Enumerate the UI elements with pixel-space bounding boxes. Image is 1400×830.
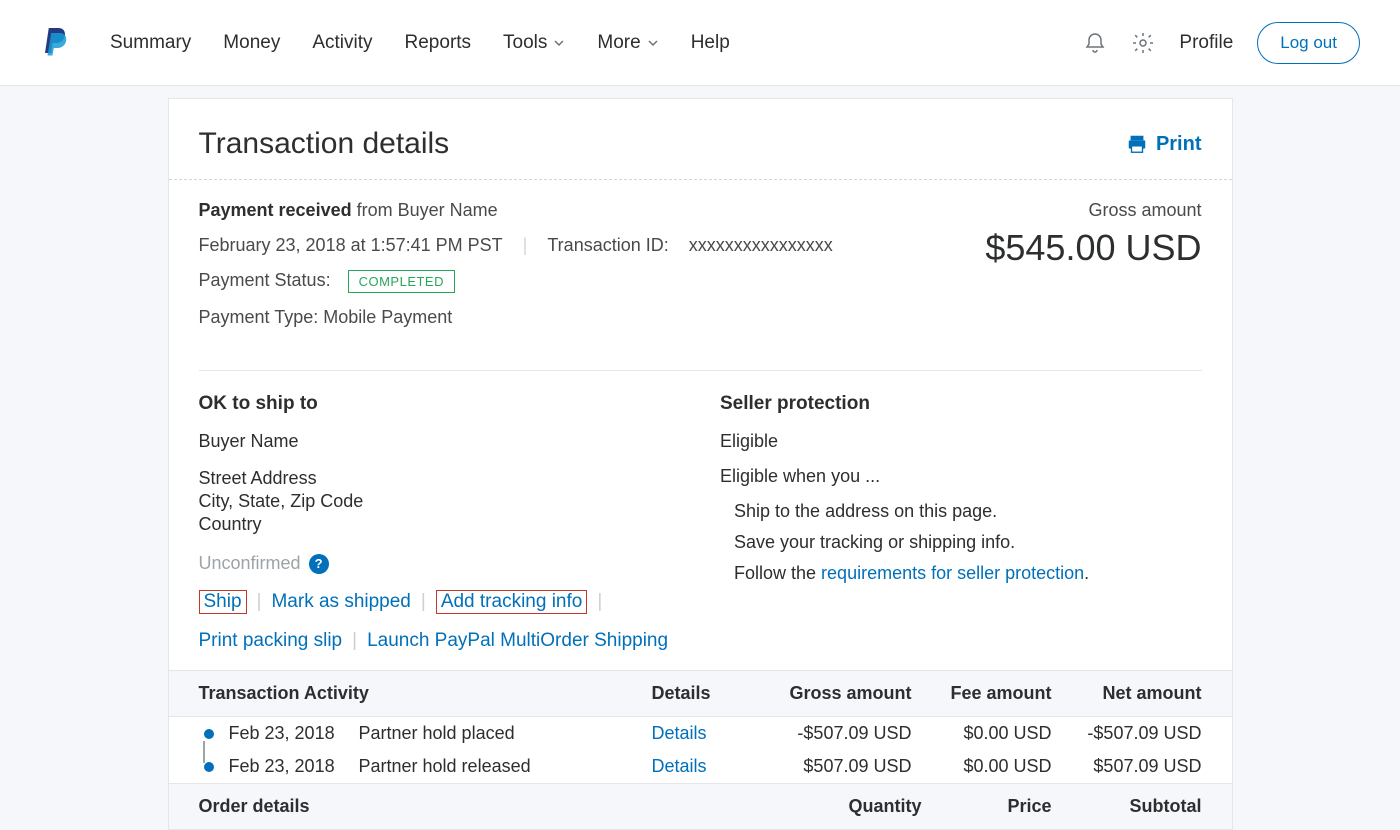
nav-more-label: More [597, 32, 640, 54]
timeline-dot-icon [204, 762, 214, 772]
unconfirmed-label: Unconfirmed [199, 553, 301, 574]
profile-link[interactable]: Profile [1179, 32, 1233, 54]
activity-desc: Partner hold released [359, 756, 652, 777]
col-net: Net amount [1052, 683, 1202, 704]
activity-details-link[interactable]: Details [652, 756, 707, 776]
main-nav: Summary Money Activity Reports Tools Mor… [110, 32, 730, 54]
gross-amount-value: $545.00 USD [942, 227, 1202, 269]
ship-city-state-zip: City, State, Zip Code [199, 491, 681, 512]
nav-more[interactable]: More [597, 32, 658, 54]
activity-table-header: Transaction Activity Details Gross amoun… [169, 670, 1232, 717]
activity-net: -$507.09 USD [1052, 723, 1202, 744]
nav-tools-label: Tools [503, 32, 547, 54]
panel-header: Transaction details Print [169, 99, 1232, 180]
activity-desc: Partner hold placed [359, 723, 652, 744]
shipping-actions-row-1: Ship | Mark as shipped | Add tracking in… [199, 590, 681, 614]
payment-status-label: Payment Status: [199, 270, 331, 290]
ship-link[interactable]: Ship [204, 591, 242, 612]
eligible-item: Ship to the address on this page. [734, 501, 1202, 522]
activity-fee: $0.00 USD [912, 756, 1052, 777]
transaction-id-label: Transaction ID: [547, 235, 668, 256]
activity-fee: $0.00 USD [912, 723, 1052, 744]
top-navbar: Summary Money Activity Reports Tools Mor… [0, 0, 1400, 86]
paypal-logo-icon [40, 25, 70, 61]
gross-amount-label: Gross amount [942, 200, 1202, 221]
col-gross: Gross amount [762, 683, 912, 704]
seller-protection-requirements-link[interactable]: requirements for seller protection [821, 563, 1084, 583]
activity-date: Feb 23, 2018 [219, 723, 359, 744]
eligible-item: Save your tracking or shipping info. [734, 532, 1202, 553]
follow-prefix: Follow the [734, 563, 821, 583]
buyer-name: Buyer Name [398, 200, 498, 220]
timeline-dot-icon [204, 729, 214, 739]
activity-row: Feb 23, 2018 Partner hold placed Details… [169, 717, 1232, 750]
seller-protection-heading: Seller protection [720, 393, 1202, 415]
ship-to-section: OK to ship to Buyer Name Street Address … [199, 393, 681, 652]
multiorder-shipping-link[interactable]: Launch PayPal MultiOrder Shipping [367, 630, 668, 652]
nav-tools[interactable]: Tools [503, 32, 565, 54]
help-icon[interactable]: ? [309, 554, 329, 574]
nav-help[interactable]: Help [691, 32, 730, 54]
ship-country: Country [199, 514, 681, 535]
payment-summary: Payment received from Buyer Name Februar… [169, 180, 1232, 362]
col-details: Details [652, 683, 762, 704]
payment-type: Payment Type: Mobile Payment [199, 307, 942, 328]
seller-protection-section: Seller protection Eligible Eligible when… [720, 393, 1202, 652]
shipping-protection-row: OK to ship to Buyer Name Street Address … [169, 371, 1232, 670]
activity-row: Feb 23, 2018 Partner hold released Detai… [169, 750, 1232, 783]
separator: | [257, 591, 262, 613]
gear-icon[interactable] [1131, 31, 1155, 55]
transaction-id-value: xxxxxxxxxxxxxxxx [689, 235, 833, 256]
activity-net: $507.09 USD [1052, 756, 1202, 777]
eligible-when-label: Eligible when you ... [720, 466, 1202, 487]
print-label: Print [1156, 133, 1202, 156]
address-status: Unconfirmed ? [199, 553, 681, 574]
separator: | [421, 591, 426, 613]
nav-summary[interactable]: Summary [110, 32, 191, 54]
timeline-connector [203, 741, 205, 763]
print-button[interactable]: Print [1126, 133, 1202, 156]
activity-date: Feb 23, 2018 [219, 756, 359, 777]
from-label: from [357, 200, 393, 220]
nav-money[interactable]: Money [223, 32, 280, 54]
ship-street: Street Address [199, 468, 681, 489]
transaction-details-panel: Transaction details Print Payment receiv… [168, 98, 1233, 830]
col-quantity: Quantity [792, 796, 922, 817]
separator: | [597, 591, 602, 613]
print-packing-slip-link[interactable]: Print packing slip [199, 630, 343, 652]
ship-to-heading: OK to ship to [199, 393, 681, 415]
separator: | [352, 630, 357, 652]
ship-name: Buyer Name [199, 431, 681, 452]
activity-heading: Transaction Activity [199, 683, 652, 704]
order-details-heading: Order details [199, 796, 792, 817]
activity-gross: $507.09 USD [762, 756, 912, 777]
separator: | [523, 235, 528, 256]
order-details-header: Order details Quantity Price Subtotal [169, 783, 1232, 829]
shipping-actions-row-2: Print packing slip | Launch PayPal Multi… [199, 630, 681, 652]
header-actions: Profile Log out [1083, 22, 1360, 64]
print-icon [1126, 133, 1148, 155]
eligible-value: Eligible [720, 431, 1202, 452]
payment-timestamp: February 23, 2018 at 1:57:41 PM PST [199, 235, 503, 256]
nav-reports[interactable]: Reports [405, 32, 472, 54]
logout-button[interactable]: Log out [1257, 22, 1360, 64]
activity-gross: -$507.09 USD [762, 723, 912, 744]
chevron-down-icon [647, 37, 659, 49]
col-price: Price [922, 796, 1052, 817]
status-badge: COMPLETED [348, 270, 455, 293]
follow-suffix: . [1084, 563, 1089, 583]
mark-shipped-link[interactable]: Mark as shipped [271, 591, 410, 613]
payment-received-label: Payment received [199, 200, 352, 220]
col-fee: Fee amount [912, 683, 1052, 704]
page-title: Transaction details [199, 127, 450, 161]
nav-activity[interactable]: Activity [312, 32, 372, 54]
bell-icon[interactable] [1083, 31, 1107, 55]
col-subtotal: Subtotal [1052, 796, 1202, 817]
add-tracking-link[interactable]: Add tracking info [441, 591, 583, 612]
activity-details-link[interactable]: Details [652, 723, 707, 743]
eligible-item-follow: Follow the requirements for seller prote… [734, 563, 1202, 584]
chevron-down-icon [553, 37, 565, 49]
